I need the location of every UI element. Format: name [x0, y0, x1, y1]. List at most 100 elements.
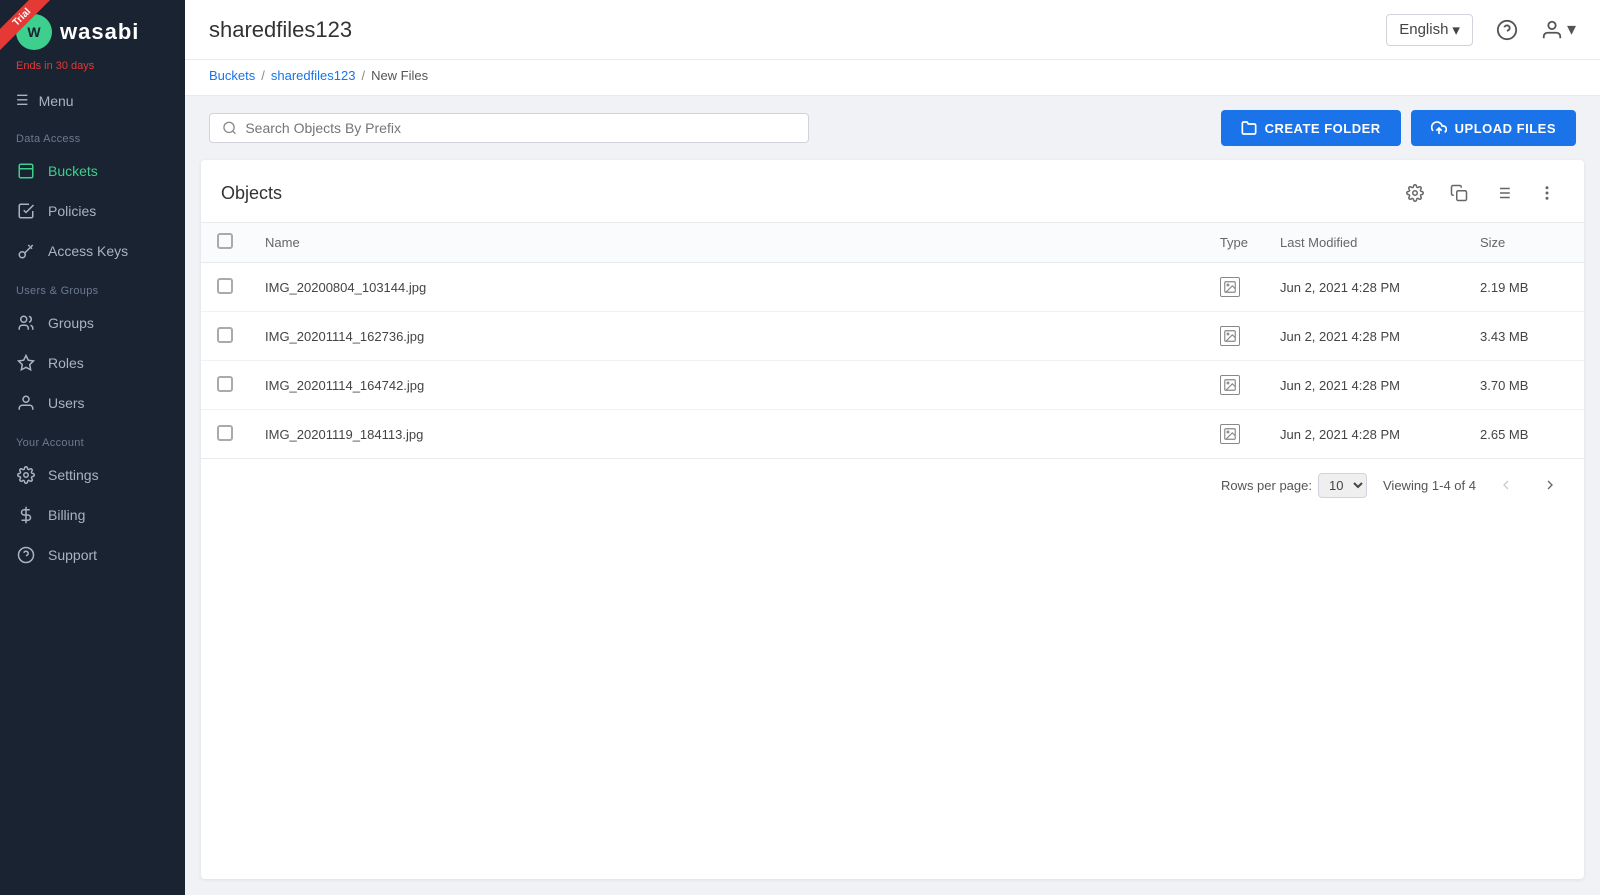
- sidebar-item-settings[interactable]: Settings: [0, 455, 185, 495]
- your-account-section-label: Your Account: [0, 423, 185, 455]
- list-view-button[interactable]: [1486, 176, 1520, 210]
- row-type: [1204, 410, 1264, 459]
- row-checkbox-cell[interactable]: [201, 312, 249, 361]
- row-checkbox[interactable]: [217, 376, 233, 392]
- objects-panel: Objects: [201, 160, 1584, 879]
- row-checkbox[interactable]: [217, 327, 233, 343]
- help-button[interactable]: [1489, 12, 1525, 48]
- image-type-icon: [1220, 424, 1240, 444]
- row-last-modified: Jun 2, 2021 4:28 PM: [1264, 361, 1464, 410]
- upload-icon: [1431, 120, 1447, 136]
- row-name: IMG_20201119_184113.jpg: [249, 410, 1204, 459]
- page-title: sharedfiles123: [209, 17, 352, 43]
- sidebar-item-label-policies: Policies: [48, 203, 96, 219]
- table-row: IMG_20201114_162736.jpg Jun 2, 2021 4:28…: [201, 312, 1584, 361]
- pagination-bar: Rows per page: 10 25 50 Viewing 1-4 of 4: [201, 458, 1584, 511]
- user-icon: [1541, 19, 1563, 41]
- select-all-header[interactable]: [201, 223, 249, 263]
- settings-icon: [16, 465, 36, 485]
- image-type-icon: [1220, 375, 1240, 395]
- copy-button[interactable]: [1442, 176, 1476, 210]
- sidebar-item-billing[interactable]: Billing: [0, 495, 185, 535]
- next-page-button[interactable]: [1536, 471, 1564, 499]
- rows-per-page: Rows per page: 10 25 50: [1221, 473, 1367, 498]
- name-column-header: Name: [249, 223, 1204, 263]
- row-last-modified: Jun 2, 2021 4:28 PM: [1264, 263, 1464, 312]
- topbar: sharedfiles123 English ▾ ▾: [185, 0, 1600, 60]
- size-column-header: Size: [1464, 223, 1584, 263]
- row-checkbox-cell[interactable]: [201, 410, 249, 459]
- sidebar-item-label-roles: Roles: [48, 355, 84, 371]
- language-dropdown-icon: ▾: [1452, 21, 1460, 39]
- hamburger-icon: ☰: [16, 92, 29, 109]
- viewing-label: Viewing 1-4 of 4: [1383, 478, 1476, 493]
- access-keys-icon: [16, 241, 36, 261]
- row-checkbox[interactable]: [217, 425, 233, 441]
- breadcrumb-buckets[interactable]: Buckets: [209, 68, 255, 83]
- help-icon: [1496, 19, 1518, 41]
- row-name: IMG_20201114_164742.jpg: [249, 361, 1204, 410]
- menu-button[interactable]: ☰ Menu: [0, 82, 185, 119]
- roles-icon: [16, 353, 36, 373]
- trial-text: Ends in 30 days: [0, 60, 185, 82]
- topbar-right: English ▾ ▾: [1386, 12, 1576, 48]
- menu-label: Menu: [39, 93, 74, 109]
- sidebar-item-users[interactable]: Users: [0, 383, 185, 423]
- sidebar-item-buckets[interactable]: Buckets: [0, 151, 185, 191]
- create-folder-icon: [1241, 120, 1257, 136]
- row-type: [1204, 312, 1264, 361]
- prev-page-button[interactable]: [1492, 471, 1520, 499]
- sidebar-item-label-support: Support: [48, 547, 97, 563]
- row-checkbox-cell[interactable]: [201, 361, 249, 410]
- language-selector[interactable]: English ▾: [1386, 14, 1473, 46]
- rows-per-page-label: Rows per page:: [1221, 478, 1312, 493]
- create-folder-button[interactable]: CREATE FOLDER: [1221, 110, 1401, 146]
- row-name: IMG_20200804_103144.jpg: [249, 263, 1204, 312]
- table-row: IMG_20201119_184113.jpg Jun 2, 2021 4:28…: [201, 410, 1584, 459]
- sidebar-logo-area: Trial W wasabi: [0, 0, 185, 60]
- sidebar-item-label-groups: Groups: [48, 315, 94, 331]
- object-toolbar: CREATE FOLDER UPLOAD FILES: [185, 96, 1600, 160]
- sidebar-item-access-keys[interactable]: Access Keys: [0, 231, 185, 271]
- sidebar-item-label-users: Users: [48, 395, 85, 411]
- users-icon: [16, 393, 36, 413]
- search-icon: [222, 120, 237, 136]
- upload-files-label: UPLOAD FILES: [1455, 121, 1556, 136]
- row-last-modified: Jun 2, 2021 4:28 PM: [1264, 410, 1464, 459]
- breadcrumb-current: New Files: [371, 68, 428, 83]
- settings-columns-button[interactable]: [1398, 176, 1432, 210]
- buckets-icon: [16, 161, 36, 181]
- rows-per-page-select[interactable]: 10 25 50: [1318, 473, 1367, 498]
- sidebar-item-label-billing: Billing: [48, 507, 85, 523]
- breadcrumb-sep-2: /: [361, 68, 365, 83]
- sidebar-item-roles[interactable]: Roles: [0, 343, 185, 383]
- sidebar-item-support[interactable]: Support: [0, 535, 185, 575]
- table-row: IMG_20201114_164742.jpg Jun 2, 2021 4:28…: [201, 361, 1584, 410]
- row-size: 2.19 MB: [1464, 263, 1584, 312]
- type-column-header: Type: [1204, 223, 1264, 263]
- language-label: English: [1399, 21, 1448, 38]
- row-checkbox-cell[interactable]: [201, 263, 249, 312]
- sidebar: Trial W wasabi Ends in 30 days ☰ Menu Da…: [0, 0, 185, 895]
- search-bar[interactable]: [209, 113, 809, 143]
- users-groups-section-label: Users & Groups: [0, 271, 185, 303]
- trial-corner: Trial: [0, 0, 60, 60]
- data-access-section-label: Data Access: [0, 119, 185, 151]
- logo-text: wasabi: [60, 19, 139, 45]
- upload-files-button[interactable]: UPLOAD FILES: [1411, 110, 1576, 146]
- gear-icon: [1406, 184, 1424, 202]
- row-checkbox[interactable]: [217, 278, 233, 294]
- sidebar-item-policies[interactable]: Policies: [0, 191, 185, 231]
- row-size: 2.65 MB: [1464, 410, 1584, 459]
- search-input[interactable]: [245, 120, 796, 136]
- user-dropdown-icon: ▾: [1567, 19, 1576, 40]
- sidebar-item-groups[interactable]: Groups: [0, 303, 185, 343]
- more-options-button[interactable]: [1530, 176, 1564, 210]
- select-all-checkbox[interactable]: [217, 233, 233, 249]
- row-size: 3.43 MB: [1464, 312, 1584, 361]
- list-icon: [1494, 184, 1512, 202]
- more-vertical-icon: [1538, 184, 1556, 202]
- user-menu-button[interactable]: ▾: [1541, 19, 1576, 41]
- breadcrumb-bucket-name[interactable]: sharedfiles123: [271, 68, 356, 83]
- sidebar-item-label-settings: Settings: [48, 467, 99, 483]
